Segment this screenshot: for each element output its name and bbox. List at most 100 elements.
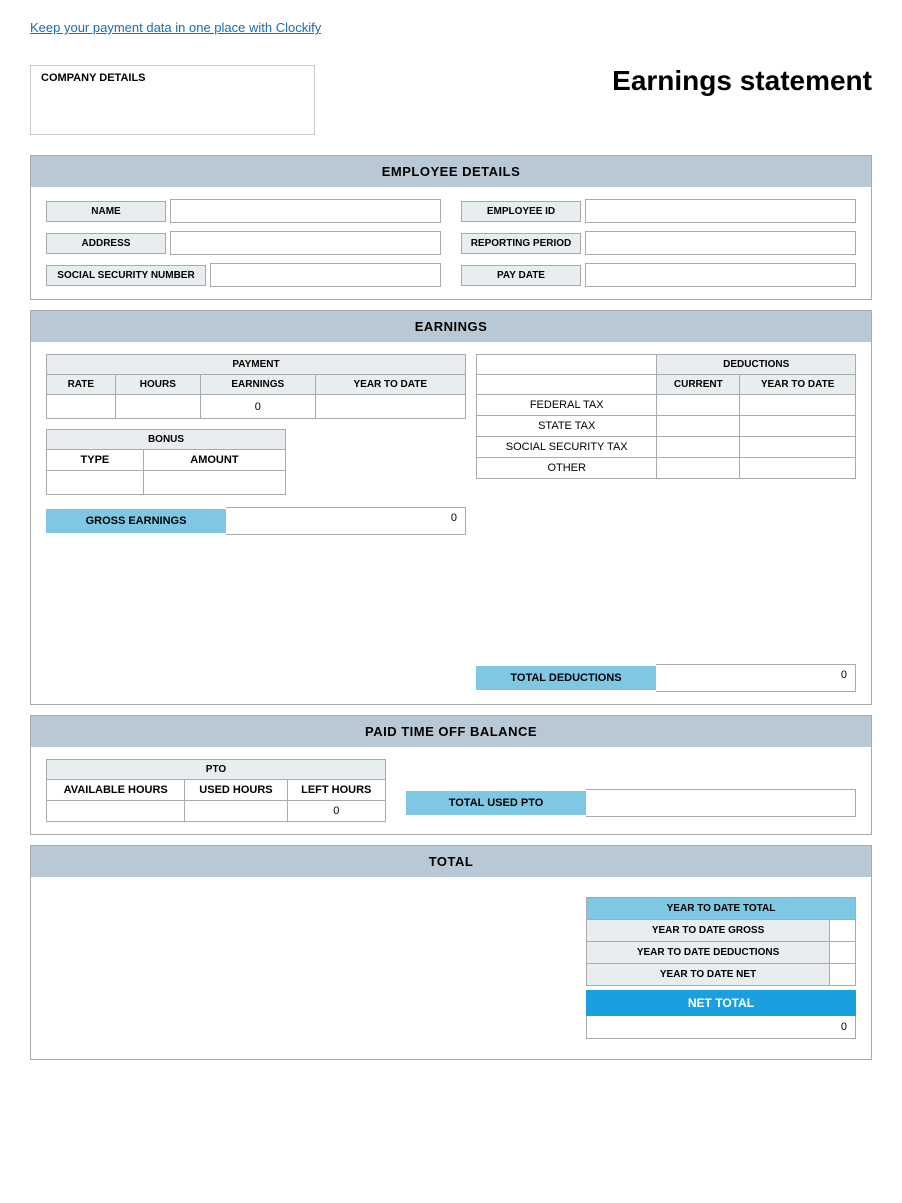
payment-earnings-cell: 0 bbox=[201, 395, 315, 419]
earnings-section: EARNINGS PAYMENT RATE HOURS EARNINGS YEA… bbox=[30, 310, 872, 705]
payment-rate-cell bbox=[47, 395, 116, 419]
ytd-net-value bbox=[830, 964, 856, 986]
ytd-net-row: YEAR TO DATE NET bbox=[587, 964, 856, 986]
total-used-pto-value bbox=[586, 789, 856, 817]
gross-earnings-value: 0 bbox=[226, 507, 466, 535]
pto-table: PTO AVAILABLE HOURS USED HOURS LEFT HOUR… bbox=[46, 759, 386, 822]
bonus-col-amount: AMOUNT bbox=[143, 450, 285, 471]
name-field-row: NAME bbox=[46, 199, 441, 223]
earnings-right: DEDUCTIONS CURRENT YEAR TO DATE FEDERAL … bbox=[476, 354, 856, 692]
federal-tax-label: FEDERAL TAX bbox=[477, 395, 657, 416]
emp-col-right: EMPLOYEE ID REPORTING PERIOD PAY DATE bbox=[461, 199, 856, 287]
pto-table-header: PTO bbox=[47, 760, 386, 780]
net-total-value: 0 bbox=[586, 1016, 856, 1039]
page-title: Earnings statement bbox=[612, 65, 872, 97]
total-section: TOTAL YEAR TO DATE TOTAL YEAR TO DATE GR… bbox=[30, 845, 872, 1060]
social-security-row: SOCIAL SECURITY TAX bbox=[477, 437, 856, 458]
total-deductions-row: TOTAL DEDUCTIONS 0 bbox=[476, 664, 856, 692]
pto-left-value: 0 bbox=[287, 801, 385, 822]
reporting-period-input[interactable] bbox=[585, 231, 856, 255]
other-deductions-ytd bbox=[740, 458, 856, 479]
state-tax-row: STATE TAX bbox=[477, 416, 856, 437]
clockify-promo-link[interactable]: Keep your payment data in one place with… bbox=[30, 20, 321, 35]
address-input[interactable] bbox=[170, 231, 441, 255]
emp-col-left: NAME ADDRESS SOCIAL SECURITY NUMBER bbox=[46, 199, 441, 287]
pto-right: TOTAL USED PTO bbox=[406, 789, 856, 817]
bonus-row-1 bbox=[47, 471, 286, 495]
bonus-table-header: BONUS bbox=[47, 430, 286, 450]
state-tax-label: STATE TAX bbox=[477, 416, 657, 437]
pto-row: 0 bbox=[47, 801, 386, 822]
pto-left: PTO AVAILABLE HOURS USED HOURS LEFT HOUR… bbox=[46, 759, 386, 822]
ytd-gross-value bbox=[830, 920, 856, 942]
gross-earnings-label: GROSS EARNINGS bbox=[46, 509, 226, 533]
payment-table: PAYMENT RATE HOURS EARNINGS YEAR TO DATE… bbox=[46, 354, 466, 419]
pto-col-left: LEFT HOURS bbox=[287, 780, 385, 801]
other-deductions-label: OTHER bbox=[477, 458, 657, 479]
ssn-field-row: SOCIAL SECURITY NUMBER bbox=[46, 263, 441, 287]
reporting-period-field-row: REPORTING PERIOD bbox=[461, 231, 856, 255]
bonus-type-cell bbox=[47, 471, 144, 495]
social-security-ytd bbox=[740, 437, 856, 458]
total-deductions-value: 0 bbox=[656, 664, 856, 692]
address-field-row: ADDRESS bbox=[46, 231, 441, 255]
ytd-deductions-value bbox=[830, 942, 856, 964]
total-section-header: TOTAL bbox=[31, 846, 871, 877]
pay-date-input[interactable] bbox=[585, 263, 856, 287]
deductions-table-header: DEDUCTIONS bbox=[657, 355, 856, 375]
payment-col-rate: RATE bbox=[47, 375, 116, 395]
reporting-period-label: REPORTING PERIOD bbox=[461, 233, 581, 254]
deductions-empty-header bbox=[477, 355, 657, 375]
bonus-table: BONUS TYPE AMOUNT bbox=[46, 429, 286, 495]
federal-tax-ytd bbox=[740, 395, 856, 416]
total-used-pto-label: TOTAL USED PTO bbox=[406, 791, 586, 815]
deductions-name-col bbox=[477, 375, 657, 395]
company-label: COMPANY DETAILS bbox=[41, 72, 146, 84]
pto-available-value bbox=[47, 801, 185, 822]
ssn-input[interactable] bbox=[210, 263, 441, 287]
header-row: COMPANY DETAILS Earnings statement bbox=[30, 65, 872, 135]
payment-table-header: PAYMENT bbox=[47, 355, 466, 375]
ytd-deductions-row: YEAR TO DATE DEDUCTIONS bbox=[587, 942, 856, 964]
ssn-label: SOCIAL SECURITY NUMBER bbox=[46, 265, 206, 286]
employee-id-field-row: EMPLOYEE ID bbox=[461, 199, 856, 223]
company-details-box: COMPANY DETAILS bbox=[30, 65, 315, 135]
ytd-net-label: YEAR TO DATE NET bbox=[587, 964, 830, 986]
address-label: ADDRESS bbox=[46, 233, 166, 254]
earnings-left: PAYMENT RATE HOURS EARNINGS YEAR TO DATE… bbox=[46, 354, 466, 692]
pto-used-value bbox=[185, 801, 287, 822]
payment-row-1: 0 bbox=[47, 395, 466, 419]
payment-col-hours: HOURS bbox=[115, 375, 200, 395]
pto-header: PAID TIME OFF BALANCE bbox=[31, 716, 871, 747]
payment-col-earnings: EARNINGS bbox=[201, 375, 315, 395]
ytd-table-wrapper: YEAR TO DATE TOTAL YEAR TO DATE GROSS YE… bbox=[586, 897, 856, 1039]
total-deductions-label: TOTAL DEDUCTIONS bbox=[476, 666, 656, 690]
name-label: NAME bbox=[46, 201, 166, 222]
ytd-gross-label: YEAR TO DATE GROSS bbox=[587, 920, 830, 942]
bonus-col-type: TYPE bbox=[47, 450, 144, 471]
payment-hours-cell bbox=[115, 395, 200, 419]
federal-tax-current bbox=[657, 395, 740, 416]
social-security-current bbox=[657, 437, 740, 458]
pto-col-used: USED HOURS bbox=[185, 780, 287, 801]
total-section-content: YEAR TO DATE TOTAL YEAR TO DATE GROSS YE… bbox=[31, 877, 871, 1059]
employee-id-input[interactable] bbox=[585, 199, 856, 223]
pay-date-label: PAY DATE bbox=[461, 265, 581, 286]
ytd-gross-row: YEAR TO DATE GROSS bbox=[587, 920, 856, 942]
gross-earnings-row: GROSS EARNINGS 0 bbox=[46, 507, 466, 535]
social-security-label: SOCIAL SECURITY TAX bbox=[477, 437, 657, 458]
payment-col-ytd: YEAR TO DATE bbox=[315, 375, 466, 395]
other-deductions-current bbox=[657, 458, 740, 479]
name-input[interactable] bbox=[170, 199, 441, 223]
other-deductions-row: OTHER bbox=[477, 458, 856, 479]
employee-details-grid: NAME ADDRESS SOCIAL SECURITY NUMBER EMPL… bbox=[31, 187, 871, 299]
deductions-col-ytd: YEAR TO DATE bbox=[740, 375, 856, 395]
pay-date-field-row: PAY DATE bbox=[461, 263, 856, 287]
earnings-content: PAYMENT RATE HOURS EARNINGS YEAR TO DATE… bbox=[31, 342, 871, 704]
employee-id-label: EMPLOYEE ID bbox=[461, 201, 581, 222]
employee-details-header: EMPLOYEE DETAILS bbox=[31, 156, 871, 187]
ytd-table-header: YEAR TO DATE TOTAL bbox=[587, 898, 856, 920]
earnings-header: EARNINGS bbox=[31, 311, 871, 342]
net-total-label: NET TOTAL bbox=[586, 990, 856, 1016]
state-tax-current bbox=[657, 416, 740, 437]
